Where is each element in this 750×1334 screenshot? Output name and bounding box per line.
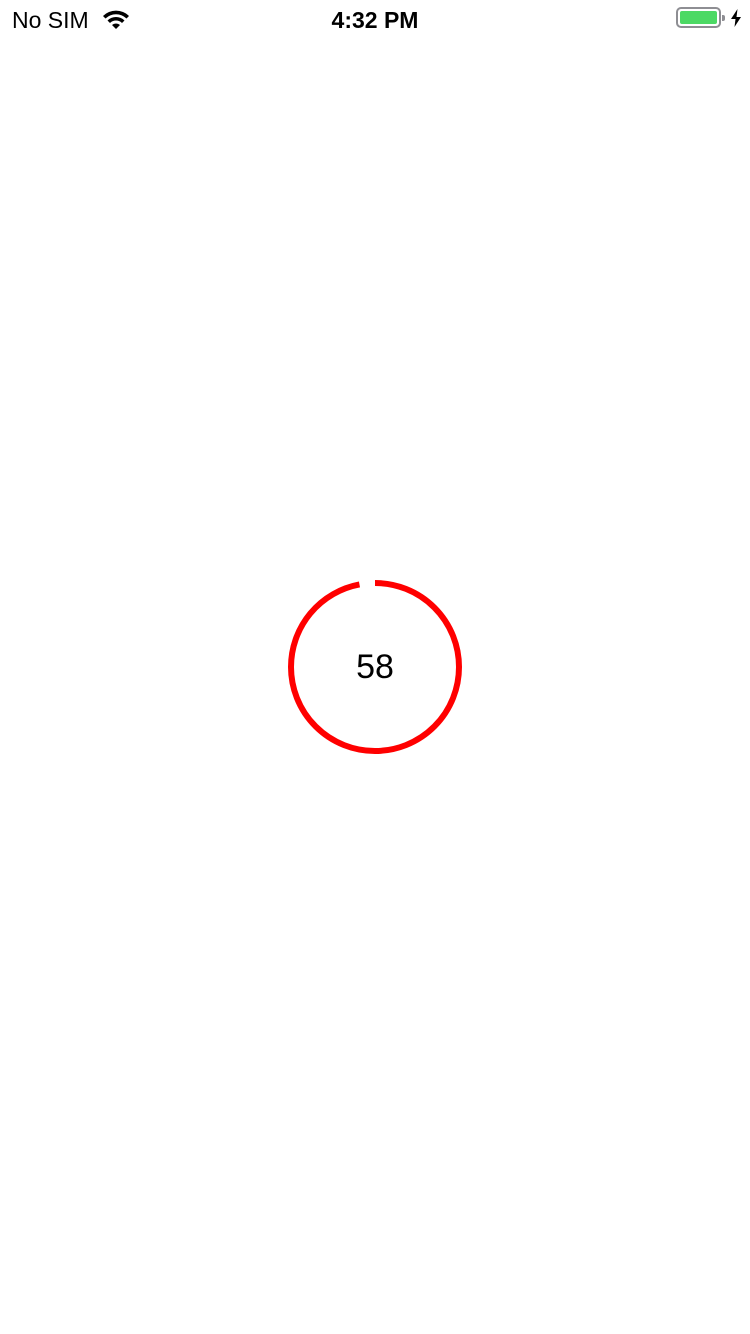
- battery-group: [676, 7, 742, 28]
- progress-value: 58: [356, 647, 394, 686]
- status-bar: No SIM 4:32 PM: [0, 0, 750, 40]
- status-time: 4:32 PM: [331, 7, 419, 33]
- battery-icon: [676, 7, 725, 28]
- battery-cap: [722, 15, 725, 21]
- screen: No SIM 4:32 PM 58: [0, 0, 750, 1334]
- charging-bolt-icon: [731, 8, 741, 27]
- battery-fill: [680, 11, 717, 24]
- progress-ring: 58: [286, 578, 464, 756]
